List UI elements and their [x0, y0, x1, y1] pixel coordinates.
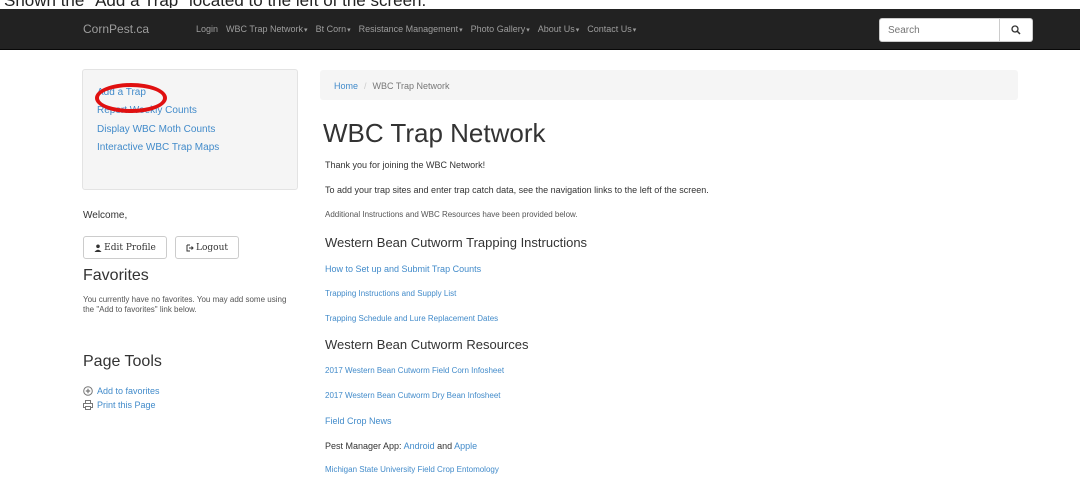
edit-profile-button[interactable]: Edit Profile: [83, 236, 167, 259]
plus-circle-icon: [83, 386, 93, 396]
top-navbar: CornPest.ca Login WBC Trap Network▾ Bt C…: [0, 9, 1080, 50]
msu-entomology-link[interactable]: Michigan State University Field Crop Ent…: [325, 465, 499, 474]
pest-manager-app-line: Pest Manager App: Android and Apple: [325, 441, 478, 451]
intro-thanks: Thank you for joining the WBC Network!: [325, 160, 486, 170]
nav-login[interactable]: Login: [196, 24, 218, 34]
search-icon: [1011, 25, 1021, 35]
field-crop-news-link[interactable]: Field Crop News: [325, 416, 392, 426]
search-button[interactable]: [1000, 18, 1033, 42]
resources-heading: Western Bean Cutworm Resources: [325, 337, 529, 352]
caret-down-icon: ▾: [632, 27, 637, 34]
caret-down-icon: ▾: [304, 27, 308, 34]
logout-icon: [186, 244, 194, 251]
instruction-caption: Shown the "Add a Trap" located to the le…: [4, 0, 426, 8]
user-icon: [94, 244, 102, 252]
intro-resources-note: Additional Instructions and WBC Resource…: [325, 210, 578, 219]
breadcrumb-separator: /: [364, 81, 367, 91]
favorites-heading: Favorites: [83, 267, 149, 284]
breadcrumb-current: WBC Trap Network: [372, 81, 450, 91]
caret-down-icon: ▾: [459, 27, 463, 34]
caret-down-icon: ▾: [347, 27, 351, 34]
display-moth-counts-link[interactable]: Display WBC Moth Counts: [97, 124, 215, 135]
trapping-supply-link[interactable]: Trapping Instructions and Supply List: [325, 289, 456, 298]
page-tools-heading: Page Tools: [83, 353, 162, 370]
welcome-text: Welcome,: [83, 210, 128, 221]
trapping-schedule-link[interactable]: Trapping Schedule and Lure Replacement D…: [325, 314, 498, 323]
print-page-link[interactable]: Print this Page: [83, 400, 156, 410]
nav-photo-gallery[interactable]: Photo Gallery▾: [471, 24, 530, 34]
highlight-circle-annotation: [95, 83, 167, 113]
setup-submit-link[interactable]: How to Set up and Submit Trap Counts: [325, 264, 481, 274]
search-input[interactable]: [879, 18, 1000, 42]
breadcrumb-home[interactable]: Home: [334, 81, 358, 91]
logout-button[interactable]: Logout: [175, 236, 239, 259]
nav-wbc-trap-network[interactable]: WBC Trap Network▾: [226, 24, 308, 34]
add-to-favorites-link[interactable]: Add to favorites: [83, 386, 160, 396]
favorites-note: You currently have no favorites. You may…: [83, 295, 287, 314]
nav-resistance-management[interactable]: Resistance Management▾: [359, 24, 463, 34]
nav-about-us[interactable]: About Us▾: [538, 24, 580, 34]
brand-link[interactable]: CornPest.ca: [83, 22, 149, 36]
trap-maps-link[interactable]: Interactive WBC Trap Maps: [97, 142, 219, 153]
apple-link[interactable]: Apple: [454, 441, 477, 451]
nav-bt-corn[interactable]: Bt Corn▾: [316, 24, 351, 34]
caret-down-icon: ▾: [526, 27, 530, 34]
dry-bean-infosheet-link[interactable]: 2017 Western Bean Cutworm Dry Bean Infos…: [325, 391, 501, 400]
breadcrumb: Home / WBC Trap Network: [320, 70, 1018, 100]
trapping-instructions-heading: Western Bean Cutworm Trapping Instructio…: [325, 235, 588, 250]
page-title: WBC Trap Network: [323, 118, 546, 148]
nav-menu: Login WBC Trap Network▾ Bt Corn▾ Resista…: [196, 24, 644, 34]
print-icon: [83, 400, 93, 410]
android-link[interactable]: Android: [404, 441, 435, 451]
intro-instructions: To add your trap sites and enter trap ca…: [325, 185, 709, 195]
field-corn-infosheet-link[interactable]: 2017 Western Bean Cutworm Field Corn Inf…: [325, 366, 504, 375]
nav-contact-us[interactable]: Contact Us▾: [587, 24, 636, 34]
caret-down-icon: ▾: [575, 27, 580, 34]
